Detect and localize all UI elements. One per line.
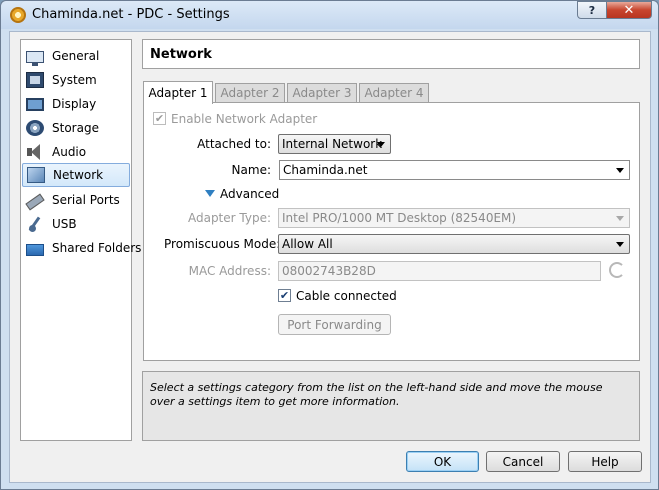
sidebar-item-label: Audio [52, 145, 87, 159]
system-icon [26, 72, 44, 88]
chevron-down-icon [616, 216, 624, 221]
tab-adapter-1[interactable]: Adapter 1 [143, 81, 213, 104]
sidebar-item-audio[interactable]: Audio [22, 140, 130, 164]
display-icon [26, 97, 44, 111]
adapter-type-label: Adapter Type: [187, 211, 271, 225]
storage-icon [26, 120, 44, 136]
sidebar-item-label: Network [53, 168, 104, 182]
attached-to-select[interactable]: Internal Network [278, 134, 391, 154]
attached-to-label: Attached to: [197, 137, 271, 151]
cancel-button[interactable]: Cancel [486, 451, 560, 472]
enable-adapter-label: Enable Network Adapter [171, 112, 318, 126]
attached-to-value: Internal Network [282, 137, 383, 151]
network-name-value: Chaminda.net [283, 163, 368, 177]
enable-adapter-checkbox[interactable]: ✔ [153, 112, 166, 125]
window-title: Chaminda.net - PDC - Settings [32, 7, 230, 22]
advanced-toggle[interactable]: Advanced [220, 187, 279, 201]
expand-triangle-icon[interactable] [205, 190, 215, 197]
promiscuous-mode-label: Promiscuous Mode: [164, 237, 281, 251]
cable-connected-label: Cable connected [296, 289, 397, 303]
sidebar-item-label: General [52, 49, 100, 63]
settings-window: Chaminda.net - PDC - Settings ? ✕ Genera… [0, 0, 659, 490]
info-text: Select a settings category from the list… [150, 381, 603, 408]
sidebar-item-shared-folders[interactable]: Shared Folders [22, 236, 141, 260]
network-icon [27, 167, 45, 183]
refresh-mac-icon[interactable] [609, 262, 625, 278]
page-header: Network [142, 39, 640, 69]
audio-icon [26, 144, 44, 160]
sidebar-item-network[interactable]: Network [22, 163, 130, 187]
adapter-type-value: Intel PRO/1000 MT Desktop (82540EM) [282, 211, 517, 225]
cable-connected-checkbox[interactable]: ✔ [278, 289, 291, 302]
adapter-panel: ✔ Enable Network Adapter Attached to: In… [143, 102, 640, 361]
title-bar[interactable]: Chaminda.net - PDC - Settings ? ✕ [1, 1, 658, 29]
sidebar-item-system[interactable]: System [22, 68, 130, 92]
shared-folders-icon [26, 243, 44, 256]
ok-button[interactable]: OK [406, 451, 479, 472]
tab-adapter-3[interactable]: Adapter 3 [287, 83, 357, 102]
sidebar-item-serial-ports[interactable]: Serial Ports [22, 188, 130, 212]
general-icon [26, 50, 44, 66]
sidebar-item-label: Display [52, 97, 97, 111]
sidebar-item-label: System [52, 73, 97, 87]
sidebar-item-display[interactable]: Display [22, 92, 130, 116]
help-button[interactable]: Help [568, 451, 642, 472]
adapter-type-select[interactable]: Intel PRO/1000 MT Desktop (82540EM) [278, 208, 630, 228]
name-label: Name: [231, 163, 271, 177]
mac-address-label: MAC Address: [188, 264, 271, 278]
page-title: Network [150, 47, 212, 62]
tab-adapter-4[interactable]: Adapter 4 [359, 83, 429, 102]
mac-address-input[interactable]: 08002743B28D [278, 261, 601, 281]
close-button[interactable]: ✕ [606, 1, 652, 19]
sidebar-item-general[interactable]: General [22, 44, 130, 68]
info-panel: Select a settings category from the list… [142, 371, 640, 441]
sidebar-item-storage[interactable]: Storage [22, 116, 130, 140]
serial-ports-icon [25, 193, 45, 211]
dialog-client-area: General System Display Storage Audio Net… [9, 31, 651, 483]
sidebar-item-label: Shared Folders [52, 241, 142, 255]
sidebar-item-label: USB [52, 217, 77, 231]
sidebar-item-label: Storage [52, 121, 99, 135]
tab-adapter-2[interactable]: Adapter 2 [215, 83, 285, 102]
sidebar-item-label: Serial Ports [52, 193, 120, 207]
sidebar-item-usb[interactable]: USB [22, 212, 130, 236]
promiscuous-mode-value: Allow All [282, 237, 333, 251]
port-forwarding-button[interactable]: Port Forwarding [278, 314, 391, 335]
promiscuous-mode-select[interactable]: Allow All [278, 234, 630, 254]
chevron-down-icon [616, 168, 624, 173]
chevron-down-icon [616, 242, 624, 247]
usb-icon [26, 216, 44, 232]
settings-category-list: General System Display Storage Audio Net… [20, 39, 141, 441]
settings-gear-icon [10, 7, 26, 23]
chevron-down-icon [377, 142, 385, 147]
network-name-combobox[interactable]: Chaminda.net [279, 160, 630, 180]
mac-address-value: 08002743B28D [282, 264, 376, 278]
title-help-button[interactable]: ? [577, 1, 607, 19]
